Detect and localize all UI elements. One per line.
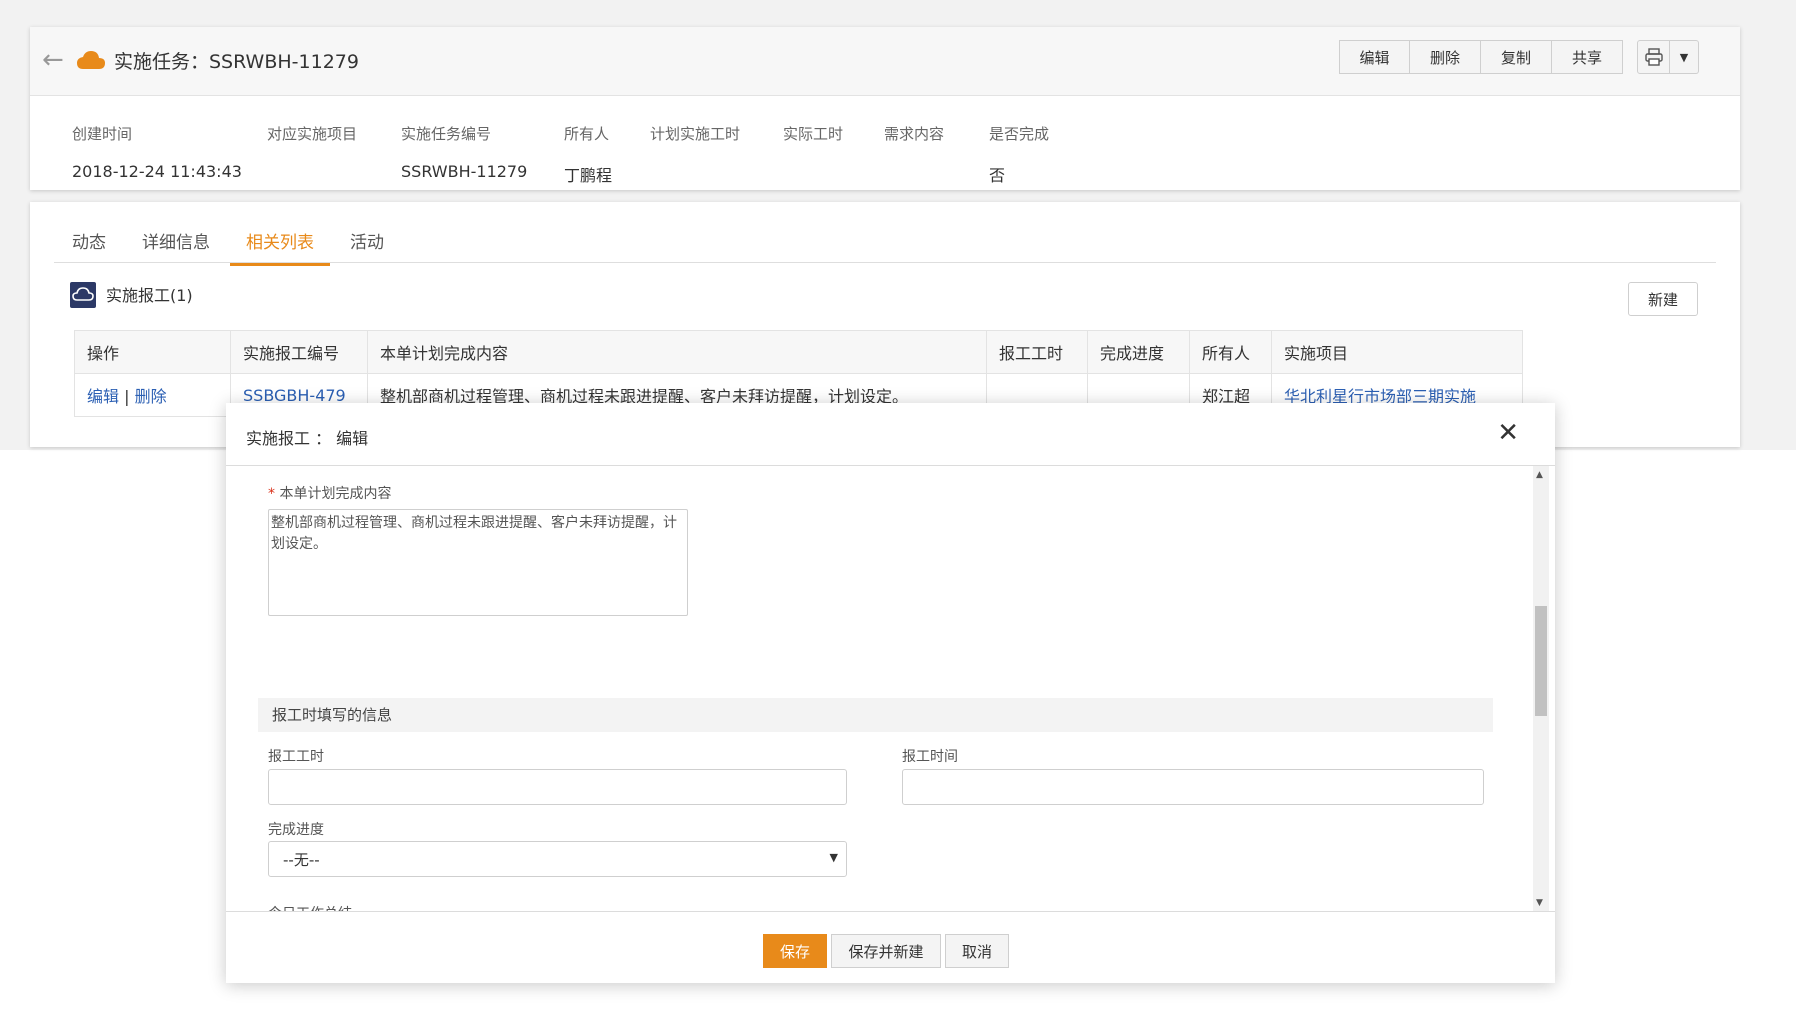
progress-select-value: --无-- bbox=[283, 851, 320, 869]
save-button[interactable]: 保存 bbox=[763, 934, 827, 968]
modal-scrollbar[interactable]: ▲ ▼ bbox=[1533, 466, 1549, 912]
field-task-number: 实施任务编号 SSRWBH-11279 bbox=[401, 125, 528, 181]
hours-label: 报工工时 bbox=[268, 749, 324, 765]
column-header: 操作 bbox=[74, 330, 231, 374]
scroll-thumb[interactable] bbox=[1535, 606, 1547, 716]
new-button[interactable]: 新建 bbox=[1628, 282, 1698, 316]
edit-modal: 实施报工 ： 编辑 ✕ * 本单计划完成内容 整机部商机过程管理、商机过程未跟进… bbox=[226, 403, 1555, 983]
record-header-bar: ← 实施任务：SSRWBH-11279 编辑 删除 复制 共享 ▼ bbox=[30, 27, 1740, 96]
chevron-down-icon: ▼ bbox=[829, 851, 838, 864]
row-delete-link[interactable]: 删除 bbox=[135, 387, 167, 406]
modal-header: 实施报工 ： 编辑 ✕ bbox=[226, 403, 1555, 466]
column-header: 所有人 bbox=[1189, 330, 1272, 374]
section-title: 实施报工(1) bbox=[106, 286, 193, 305]
content-textarea[interactable]: 整机部商机过程管理、商机过程未跟进提醒、客户未拜访提醒，计划设定。 bbox=[268, 509, 688, 616]
column-header: 本单计划完成内容 bbox=[367, 330, 987, 374]
hours-input[interactable] bbox=[268, 769, 847, 805]
delete-button[interactable]: 删除 bbox=[1410, 40, 1481, 74]
edit-button[interactable]: 编辑 bbox=[1339, 40, 1410, 74]
scroll-up-icon[interactable]: ▲ bbox=[1536, 470, 1543, 480]
row-number-link[interactable]: SSBGBH-479 bbox=[243, 386, 346, 405]
progress-select[interactable]: --无-- ▼ bbox=[268, 841, 847, 877]
action-separator: | bbox=[124, 387, 130, 406]
print-group: ▼ bbox=[1637, 40, 1699, 74]
time-input[interactable] bbox=[902, 769, 1484, 805]
modal-body: * 本单计划完成内容 整机部商机过程管理、商机过程未跟进提醒、客户未拜访提醒，计… bbox=[226, 466, 1555, 912]
page-title: 实施任务：SSRWBH-11279 bbox=[114, 51, 359, 73]
copy-button[interactable]: 复制 bbox=[1481, 40, 1552, 74]
record-fields: 创建时间 2018-12-24 11:43:43 对应实施项目 实施任务编号 S… bbox=[72, 123, 1740, 193]
tab-feed[interactable]: 动态 bbox=[72, 228, 106, 263]
group-header: 报工时填写的信息 bbox=[258, 698, 1493, 732]
tab-details[interactable]: 详细信息 bbox=[142, 228, 210, 263]
tab-activity[interactable]: 活动 bbox=[350, 228, 384, 263]
cloud-icon bbox=[77, 51, 105, 69]
field-owner: 所有人 丁鹏程 bbox=[564, 125, 613, 185]
printer-icon bbox=[1644, 48, 1663, 66]
record-actions: 编辑 删除 复制 共享 bbox=[1339, 40, 1623, 74]
cloud-outline-icon bbox=[72, 287, 94, 301]
close-icon[interactable]: ✕ bbox=[1497, 419, 1519, 447]
modal-footer: 保存 保存并新建 取消 bbox=[226, 911, 1555, 983]
column-header: 报工工时 bbox=[986, 330, 1088, 374]
scroll-down-icon[interactable]: ▼ bbox=[1536, 898, 1543, 908]
field-planned-hours: 计划实施工时 bbox=[650, 125, 741, 143]
modal-title: 实施报工 ： 编辑 bbox=[246, 429, 369, 448]
content-label: * 本单计划完成内容 bbox=[268, 486, 392, 502]
field-actual-hours: 实际工时 bbox=[783, 125, 844, 143]
print-button[interactable] bbox=[1637, 40, 1670, 74]
caret-down-icon: ▼ bbox=[1679, 50, 1689, 64]
table-header-row: 操作 实施报工编号 本单计划完成内容 报工工时 完成进度 所有人 实施项目 bbox=[74, 330, 1523, 374]
section-cloud-icon bbox=[70, 282, 96, 308]
share-button[interactable]: 共享 bbox=[1552, 40, 1623, 74]
column-header: 实施报工编号 bbox=[230, 330, 368, 374]
row-actions: 编辑 | 删除 bbox=[74, 373, 231, 417]
time-label: 报工时间 bbox=[902, 749, 958, 765]
record-header-card: ← 实施任务：SSRWBH-11279 编辑 删除 复制 共享 ▼ 创建时间 2… bbox=[30, 27, 1740, 190]
save-and-new-button[interactable]: 保存并新建 bbox=[831, 934, 941, 968]
back-arrow-icon[interactable]: ← bbox=[42, 47, 68, 73]
cancel-button[interactable]: 取消 bbox=[945, 934, 1009, 968]
row-edit-link[interactable]: 编辑 bbox=[87, 387, 119, 406]
required-marker-icon: * bbox=[268, 486, 275, 502]
column-header: 实施项目 bbox=[1271, 330, 1523, 374]
field-created-time: 创建时间 2018-12-24 11:43:43 bbox=[72, 125, 242, 181]
tab-bar: 动态 详细信息 相关列表 活动 bbox=[54, 218, 1716, 266]
tab-related-list[interactable]: 相关列表 bbox=[230, 228, 330, 266]
print-dropdown-button[interactable]: ▼ bbox=[1670, 40, 1699, 74]
field-completed: 是否完成 否 bbox=[989, 125, 1050, 185]
column-header: 完成进度 bbox=[1087, 330, 1190, 374]
field-requirement: 需求内容 bbox=[884, 125, 945, 143]
progress-label: 完成进度 bbox=[268, 822, 324, 838]
field-project: 对应实施项目 bbox=[267, 125, 358, 143]
